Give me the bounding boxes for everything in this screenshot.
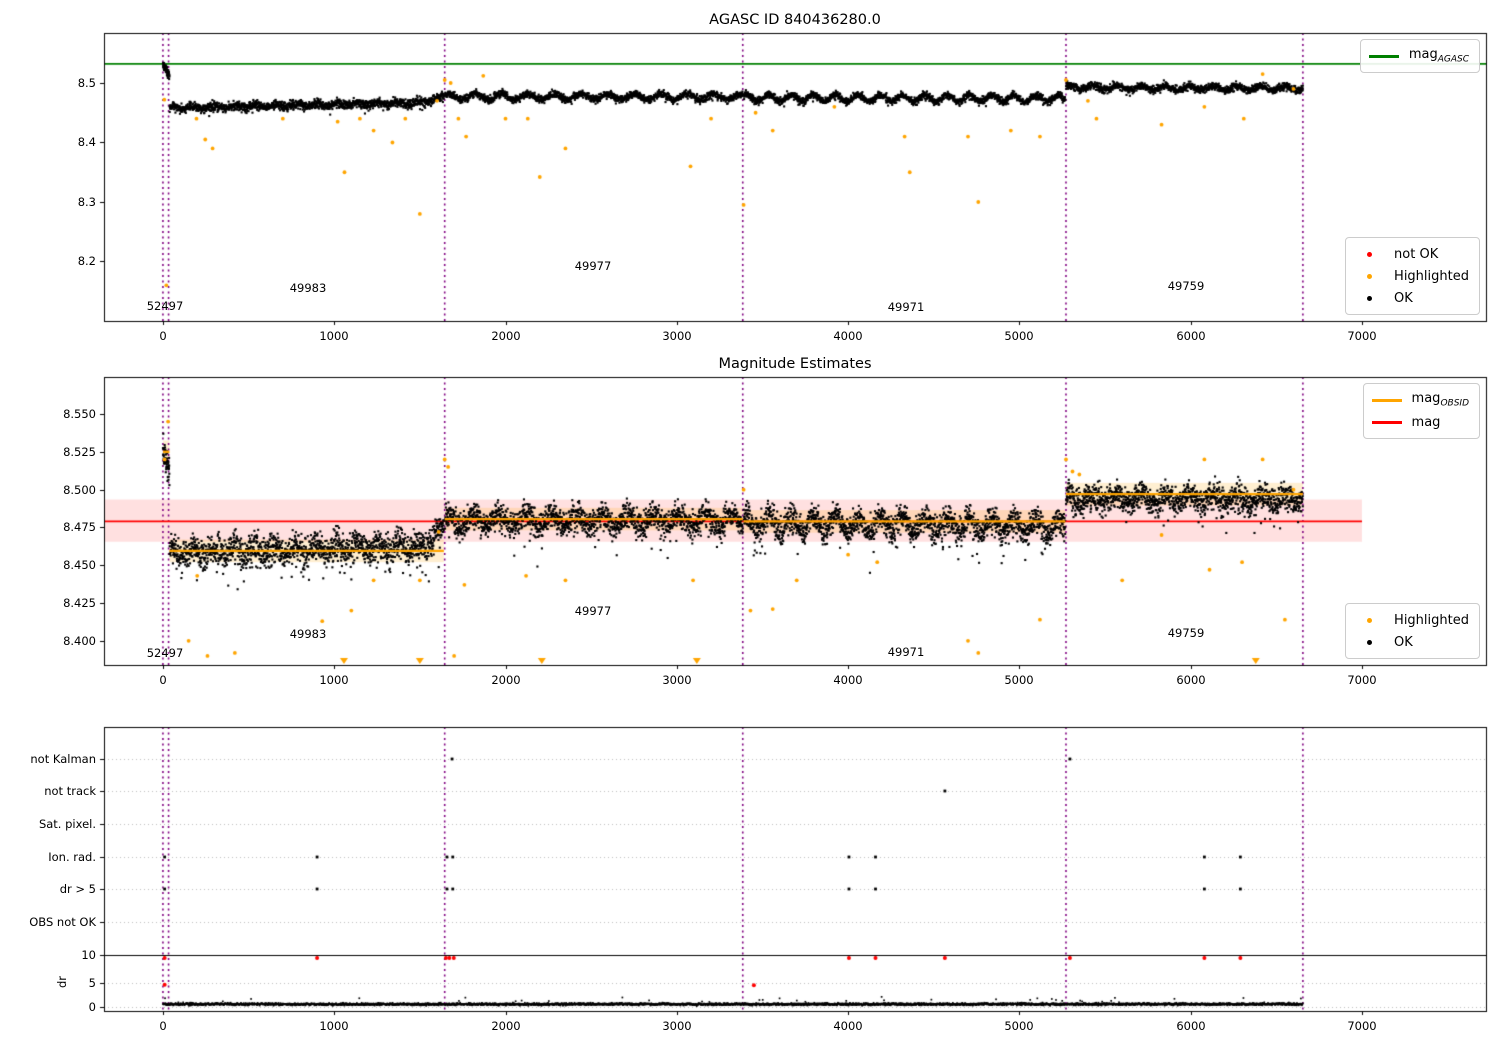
legend-marker-swatch — [1354, 639, 1384, 645]
legend-item: magOBSID — [1371, 389, 1469, 411]
legend-item-label: Highlighted — [1394, 268, 1469, 284]
x-tick-label: 7000 — [1347, 329, 1377, 343]
legend-item-label: magAGASC — [1408, 47, 1469, 65]
legend-marker-swatch — [1354, 273, 1384, 279]
obsid-label: 49971 — [887, 300, 925, 314]
x-tick-label: 1000 — [319, 673, 349, 687]
flag-row-label: OBS not OK — [29, 915, 96, 929]
legend-item: magAGASC — [1368, 45, 1469, 67]
legend-marker-swatch — [1354, 617, 1384, 623]
x-tick-label: 0 — [159, 1019, 167, 1033]
y-tick-label: 8.475 — [63, 520, 96, 534]
flag-row-label: not Kalman — [30, 752, 96, 766]
legend-item: Highlighted — [1354, 265, 1469, 287]
y-tick-label: 8.525 — [63, 445, 96, 459]
x-tick-label: 4000 — [833, 329, 863, 343]
x-tick-label: 0 — [159, 329, 167, 343]
dr-tick-label: 0 — [88, 1000, 96, 1014]
obsid-label: 49983 — [289, 627, 327, 641]
legend-line-swatch — [1371, 398, 1402, 402]
figure-canvas — [0, 0, 1500, 1050]
x-tick-label: 2000 — [491, 673, 521, 687]
y-tick-label: 8.450 — [63, 558, 96, 572]
top-chart-title: AGASC ID 840436280.0 — [709, 12, 881, 28]
legend-item-label: magOBSID — [1411, 391, 1469, 409]
legend-marker-swatch — [1354, 295, 1384, 301]
y-tick-label: 8.2 — [77, 254, 96, 268]
x-tick-label: 6000 — [1176, 329, 1206, 343]
x-tick-label: 2000 — [491, 1019, 521, 1033]
y-tick-label: 8.550 — [63, 407, 96, 421]
x-tick-label: 5000 — [1004, 329, 1034, 343]
x-tick-label: 4000 — [833, 1019, 863, 1033]
dr-axis-label: dr — [55, 975, 69, 989]
dr-tick-label: 5 — [88, 976, 96, 990]
legend-item-label: mag — [1411, 414, 1441, 430]
x-tick-label: 1000 — [319, 1019, 349, 1033]
y-tick-label: 8.500 — [63, 483, 96, 497]
obsid-label: 52497 — [146, 646, 184, 660]
legend: magOBSID mag — [1362, 383, 1480, 439]
y-tick-label: 8.3 — [77, 195, 96, 209]
legend-item: Highlighted — [1354, 609, 1469, 631]
x-tick-label: 3000 — [662, 673, 692, 687]
x-tick-label: 6000 — [1176, 673, 1206, 687]
y-tick-label: 8.400 — [63, 634, 96, 648]
obsid-label: 52497 — [146, 299, 184, 313]
middle-chart-title: Magnitude Estimates — [718, 356, 872, 372]
x-tick-label: 4000 — [833, 673, 863, 687]
dr-tick-label: 10 — [81, 948, 96, 962]
legend-item: mag — [1371, 411, 1469, 433]
legend-item: not OK — [1354, 243, 1469, 265]
x-tick-label: 5000 — [1004, 1019, 1034, 1033]
x-tick-label: 6000 — [1176, 1019, 1206, 1033]
legend: not OK Highlighted OK — [1345, 237, 1480, 315]
legend-item: OK — [1354, 287, 1469, 309]
x-tick-label: 2000 — [491, 329, 521, 343]
legend: Highlighted OK — [1345, 603, 1480, 659]
obsid-label: 49977 — [574, 604, 612, 618]
legend-line-swatch — [1368, 54, 1399, 58]
legend: magAGASC — [1359, 39, 1480, 73]
flag-row-label: dr > 5 — [59, 882, 96, 896]
obsid-label: 49759 — [1167, 279, 1205, 293]
y-tick-label: 8.4 — [77, 135, 96, 149]
flag-row-label: Ion. rad. — [48, 850, 96, 864]
x-tick-label: 7000 — [1347, 673, 1377, 687]
legend-item-label: OK — [1394, 290, 1413, 306]
obsid-label: 49759 — [1167, 626, 1205, 640]
x-tick-label: 3000 — [662, 1019, 692, 1033]
y-tick-label: 8.425 — [63, 596, 96, 610]
legend-item-label: not OK — [1394, 246, 1439, 262]
x-tick-label: 0 — [159, 673, 167, 687]
obsid-label: 49977 — [574, 259, 612, 273]
obsid-label: 49983 — [289, 281, 327, 295]
legend-line-swatch — [1371, 420, 1402, 424]
legend-item: OK — [1354, 631, 1469, 653]
figure: AGASC ID 840436280.0 Magnitude Estimates… — [0, 0, 1500, 1050]
flag-row-label: not track — [44, 784, 96, 798]
legend-item-label: Highlighted — [1394, 612, 1469, 628]
x-tick-label: 5000 — [1004, 673, 1034, 687]
x-tick-label: 3000 — [662, 329, 692, 343]
x-tick-label: 7000 — [1347, 1019, 1377, 1033]
legend-marker-swatch — [1354, 251, 1384, 257]
obsid-label: 49971 — [887, 645, 925, 659]
y-tick-label: 8.5 — [77, 76, 96, 90]
legend-item-label: OK — [1394, 634, 1413, 650]
flag-row-label: Sat. pixel. — [38, 817, 96, 831]
x-tick-label: 1000 — [319, 329, 349, 343]
